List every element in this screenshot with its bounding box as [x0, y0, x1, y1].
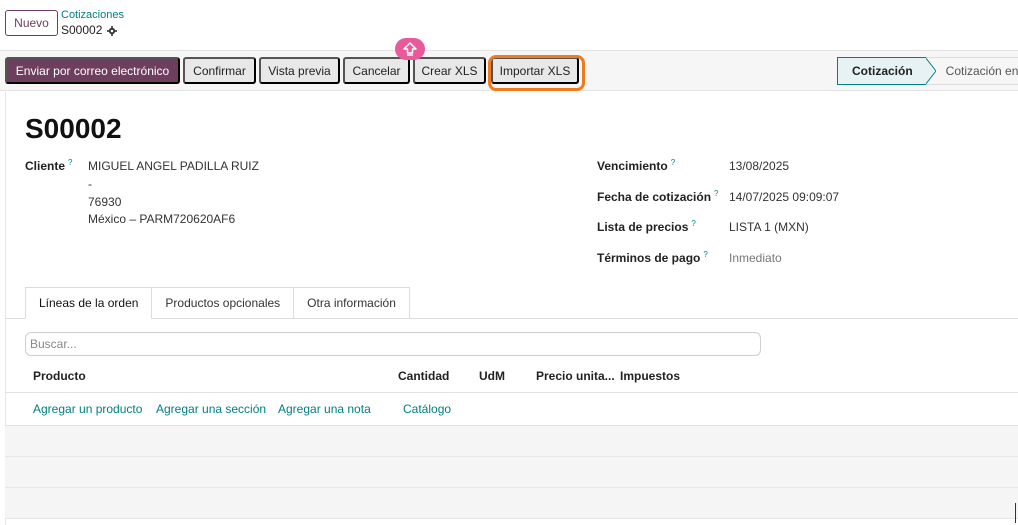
table-row [5, 457, 1018, 488]
quote-date-label: Fecha de cotización? [597, 189, 719, 204]
customer-address-line: - [88, 177, 92, 191]
help-icon[interactable]: ? [714, 189, 718, 198]
table-header-divider [5, 392, 1018, 393]
column-product[interactable]: Producto [33, 369, 86, 383]
preview-button[interactable]: Vista previa [259, 57, 340, 84]
customer-name[interactable]: MIGUEL ANGEL PADILLA RUIZ [88, 159, 259, 173]
breadcrumb-current-label: S00002 [61, 23, 103, 37]
text-cursor [1015, 503, 1016, 523]
customer-zip: 76930 [88, 195, 122, 209]
confirm-button[interactable]: Confirmar [183, 57, 256, 84]
cancel-button[interactable]: Cancelar [343, 57, 410, 84]
column-unit-price[interactable]: Precio unita... [536, 369, 615, 383]
breadcrumb-current: S00002 [61, 23, 118, 37]
stage-quotation-sent[interactable]: Cotización envi [925, 57, 1018, 85]
stage-quotation-sent-label: Cotización envi [945, 64, 1018, 78]
customer-label: Cliente? [25, 158, 73, 173]
add-note-link[interactable]: Agregar una nota [278, 402, 371, 416]
catalog-link[interactable]: Catálogo [403, 402, 451, 416]
table-row [5, 488, 1018, 519]
help-icon[interactable]: ? [703, 250, 707, 259]
new-button[interactable]: Nuevo [5, 10, 58, 36]
help-icon[interactable]: ? [671, 158, 675, 167]
tab-optional-products[interactable]: Productos opcionales [152, 287, 295, 319]
column-uom[interactable]: UdM [479, 369, 505, 383]
column-quantity[interactable]: Cantidad [398, 369, 449, 383]
add-section-link[interactable]: Agregar una sección [156, 402, 266, 416]
create-xls-button[interactable]: Crear XLS [413, 57, 486, 84]
due-date-label: Vencimiento? [597, 158, 676, 173]
search-input[interactable] [25, 332, 761, 356]
column-taxes[interactable]: Impuestos [620, 369, 680, 383]
send-email-button[interactable]: Enviar por correo electrónico [5, 57, 180, 84]
upload-arrow-icon[interactable] [395, 38, 425, 60]
help-icon[interactable]: ? [68, 158, 72, 167]
record-title: S00002 [25, 113, 122, 144]
pricelist-value[interactable]: LISTA 1 (MXN) [729, 220, 809, 234]
pricelist-label: Lista de precios? [597, 219, 696, 234]
payment-terms-field[interactable]: Inmediato [729, 251, 782, 265]
tab-order-lines[interactable]: Líneas de la orden [25, 287, 153, 319]
gear-icon[interactable] [107, 25, 118, 36]
customer-country-vat: México – PARM720620AF6 [88, 212, 236, 226]
status-bar: Cotización Cotización envi [837, 57, 1018, 85]
stage-quotation[interactable]: Cotización [837, 57, 936, 85]
quote-date-value[interactable]: 14/07/2025 09:09:07 [729, 190, 839, 204]
tab-other-info[interactable]: Otra información [294, 287, 410, 319]
add-product-link[interactable]: Agregar un producto [33, 402, 142, 416]
due-date-value[interactable]: 13/08/2025 [729, 159, 789, 173]
import-xls-highlight-ring [488, 55, 585, 91]
table-row [5, 426, 1018, 457]
breadcrumb-parent-link[interactable]: Cotizaciones [61, 9, 124, 21]
notebook-tabs: Líneas de la orden Productos opcionales … [25, 287, 410, 319]
control-panel: Nuevo Cotizaciones S00002 [0, 0, 1018, 50]
help-icon[interactable]: ? [691, 219, 695, 228]
stage-quotation-label: Cotización [852, 64, 913, 78]
payment-terms-label: Términos de pago? [597, 250, 708, 265]
